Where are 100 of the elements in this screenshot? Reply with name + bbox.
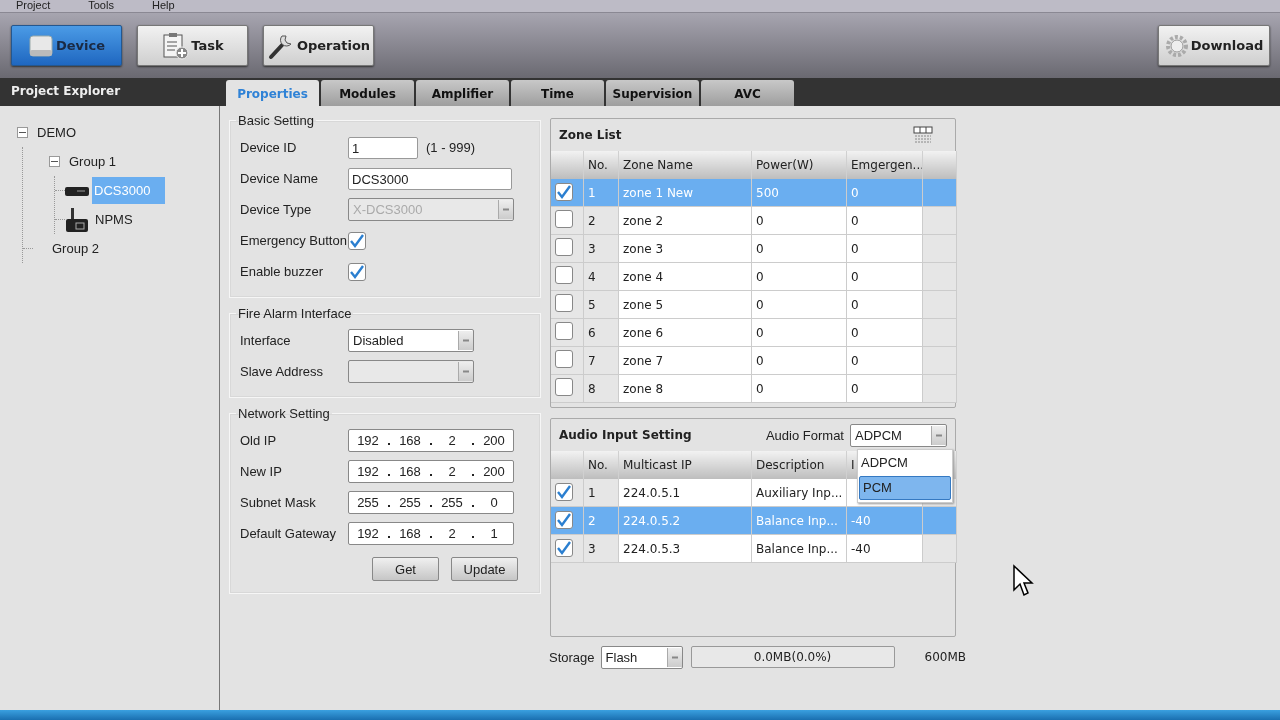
table-cell: 0 <box>846 262 923 291</box>
table-row[interactable]: 4 zone 4 0 0 <box>551 262 957 291</box>
tab[interactable]: AVC <box>701 80 794 106</box>
tree-item[interactable]: Group 2 <box>49 236 102 261</box>
table-cell: 0 <box>846 346 923 375</box>
table-cell: 0 <box>846 179 923 207</box>
checkbox[interactable] <box>555 322 573 340</box>
checkbox[interactable] <box>348 262 366 281</box>
checkbox[interactable] <box>348 231 366 250</box>
checkbox[interactable] <box>555 378 573 396</box>
table-row[interactable]: 6 zone 6 0 0 <box>551 318 957 347</box>
tab[interactable]: Amplifier <box>416 80 509 106</box>
expander-icon[interactable] <box>17 127 28 138</box>
table-cell: zone 2 <box>618 206 752 235</box>
column-header: Zone Name <box>618 151 752 179</box>
table-cell: zone 5 <box>618 290 752 319</box>
table-cell: zone 6 <box>618 318 752 347</box>
checkbox[interactable] <box>555 210 573 228</box>
table-row[interactable]: 5 zone 5 0 0 <box>551 290 957 319</box>
drive-icon <box>27 32 54 59</box>
table-row[interactable]: 2 zone 2 0 0 <box>551 206 957 235</box>
input-field[interactable]: DCS3000 <box>348 167 512 190</box>
tab[interactable]: Modules <box>321 80 414 106</box>
checkbox[interactable] <box>555 511 573 529</box>
mouse-pointer-icon <box>1012 564 1036 598</box>
field-label: Storage <box>549 649 595 665</box>
dropdown-arrow-icon <box>463 370 469 373</box>
checkbox[interactable] <box>555 238 573 256</box>
group-title: Network Setting <box>237 406 331 421</box>
menu-item[interactable]: Tools <box>88 0 114 12</box>
table-cell: -40 <box>846 506 923 535</box>
field-label: Device Name <box>240 171 320 186</box>
column-header: Multicast IP <box>618 451 752 479</box>
table-row[interactable]: 3 zone 3 0 0 <box>551 234 957 263</box>
checkbox[interactable] <box>555 266 573 284</box>
group-title: Fire Alarm Interface <box>237 306 353 321</box>
column-header: Power(W) <box>751 151 847 179</box>
checkbox[interactable] <box>555 483 573 501</box>
storage-usage-bar: 0.0MB(0.0%) <box>690 646 895 668</box>
download-button[interactable]: Download <box>1158 25 1270 66</box>
table-cell: 0 <box>846 374 923 403</box>
ip-address-field[interactable]: 192 168 2 1 <box>348 522 514 545</box>
dropdown[interactable]: Flash <box>600 645 683 669</box>
table-cell: 0 <box>751 346 847 375</box>
field-label: Audio Format <box>765 427 844 443</box>
menu-item[interactable]: Project <box>16 0 51 12</box>
dropdown-arrow-icon <box>671 655 678 659</box>
gear-icon <box>1164 33 1189 58</box>
field-label: New IP <box>240 464 283 479</box>
table-row[interactable]: 3 224.0.5.3 Balance Inp... -40 <box>551 534 957 563</box>
field-label: Default Gateway <box>240 526 338 541</box>
input-field[interactable]: 1 <box>348 136 418 159</box>
ip-address-field[interactable]: 192 168 2 200 <box>348 460 514 483</box>
dropdown[interactable]: ADPCM <box>850 423 947 447</box>
group-title: Basic Setting <box>237 113 315 128</box>
menu-item[interactable]: Help <box>151 0 175 12</box>
table-row[interactable]: 8 zone 8 0 0 <box>551 374 957 403</box>
table-row[interactable]: 7 zone 7 0 0 <box>551 346 957 375</box>
column-header <box>551 151 584 179</box>
table-cell: 0 <box>846 290 923 319</box>
table-cell: -40 <box>846 534 923 563</box>
table-cell: zone 3 <box>618 234 752 263</box>
table-cell: 1 <box>583 479 619 507</box>
toolbar-button[interactable]: Task <box>137 25 248 66</box>
table-cell: 224.0.5.1 <box>618 479 752 507</box>
checkmark-icon <box>349 264 365 279</box>
checkmark-icon <box>349 233 365 248</box>
dropdown-arrow-icon <box>936 433 942 437</box>
tree-item[interactable]: NPMS <box>92 207 136 232</box>
dropdown-option[interactable]: PCM <box>859 476 951 500</box>
table-cell: Balance Inp... <box>751 534 847 563</box>
capacity-label: 600MB <box>924 650 966 664</box>
column-header <box>551 451 584 479</box>
ip-address-field[interactable]: 255 255 255 0 <box>348 491 514 514</box>
tree-item[interactable]: Group 1 <box>66 149 119 174</box>
table-cell: zone 4 <box>618 262 752 291</box>
clipboard-icon <box>161 31 190 60</box>
dropdown-arrow-icon <box>463 339 469 342</box>
button[interactable]: Update <box>451 557 518 581</box>
tree-item[interactable]: DEMO <box>34 120 79 145</box>
checkbox[interactable] <box>555 539 573 557</box>
tab[interactable]: Supervision <box>606 80 699 106</box>
table-cell: 0 <box>751 234 847 263</box>
checkmark-icon <box>556 513 572 527</box>
field-label: Subnet Mask <box>240 495 317 510</box>
expander-icon[interactable] <box>49 156 60 167</box>
table-cell: 224.0.5.2 <box>618 506 752 535</box>
column-header <box>922 151 957 179</box>
checkbox[interactable] <box>555 350 573 368</box>
microphone-console-icon <box>65 206 89 233</box>
checkbox[interactable] <box>555 183 573 201</box>
tab[interactable]: Time <box>511 80 604 106</box>
toolbar-button[interactable]: Operation <box>263 25 374 66</box>
ip-address-field[interactable]: 192 168 2 200 <box>348 429 514 452</box>
button[interactable]: Get <box>372 557 439 581</box>
dropdown-arrow-icon <box>503 208 509 211</box>
dropdown[interactable]: Disabled <box>348 329 474 352</box>
toolbar-button[interactable]: Device <box>11 25 122 66</box>
checkbox[interactable] <box>555 294 573 312</box>
checkmark-icon <box>556 185 572 199</box>
